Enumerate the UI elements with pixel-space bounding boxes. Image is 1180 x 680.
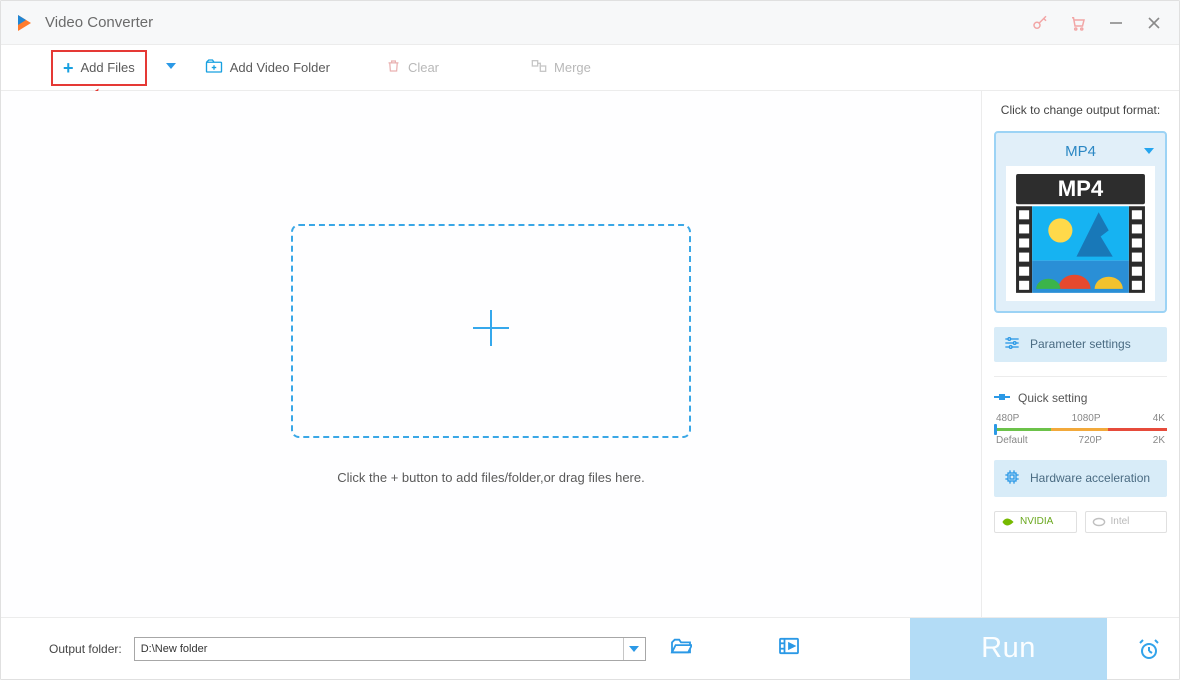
- shopping-cart-icon[interactable]: [1059, 1, 1097, 45]
- schedule-button[interactable]: [1119, 618, 1179, 680]
- sliders-icon: [1004, 336, 1020, 353]
- chip-icon: [1004, 469, 1020, 488]
- vendor-nvidia[interactable]: NVIDIA: [994, 511, 1077, 533]
- quick-setting-label-row: Quick setting: [994, 391, 1167, 405]
- q-bot-2: 2K: [1153, 435, 1165, 446]
- nvidia-icon: [1001, 516, 1015, 528]
- add-files-button[interactable]: + Add Files: [51, 50, 147, 86]
- plus-icon: +: [63, 59, 74, 77]
- caret-down-icon: [1143, 143, 1155, 160]
- dropzone-hint: Click the + button to add files/folder,o…: [337, 470, 644, 485]
- trash-icon: [386, 58, 401, 77]
- app-logo-icon: [15, 13, 35, 33]
- change-format-label: Click to change output format:: [994, 103, 1167, 117]
- quick-setting-label: Quick setting: [1018, 391, 1087, 405]
- add-video-folder-button[interactable]: Add Video Folder: [195, 51, 340, 84]
- intel-icon: [1092, 516, 1106, 528]
- output-folder-dropdown-icon[interactable]: [623, 638, 645, 660]
- output-format-selector[interactable]: MP4 MP4: [994, 131, 1167, 313]
- open-folder-button[interactable]: [658, 631, 704, 666]
- run-label: Run: [981, 632, 1036, 665]
- output-folder-input[interactable]: [135, 643, 623, 655]
- side-panel: Click to change output format: MP4 MP4: [981, 91, 1179, 617]
- merge-icon: [531, 59, 547, 76]
- titlebar: Video Converter: [1, 1, 1179, 45]
- add-video-folder-label: Add Video Folder: [230, 60, 330, 75]
- quality-slider[interactable]: 480P 1080P 4K Default 720P 2K: [994, 413, 1167, 446]
- hardware-accel-label: Hardware acceleration: [1030, 471, 1150, 485]
- license-key-icon[interactable]: [1021, 1, 1059, 45]
- vendor-intel[interactable]: Intel: [1085, 511, 1168, 533]
- minimize-button[interactable]: [1097, 1, 1135, 45]
- hardware-acceleration-button[interactable]: Hardware acceleration: [994, 460, 1167, 497]
- media-info-button[interactable]: [766, 631, 812, 666]
- app-title: Video Converter: [45, 14, 153, 31]
- svg-text:MP4: MP4: [1058, 176, 1104, 201]
- clear-button[interactable]: Clear: [376, 51, 449, 84]
- toolbar: + Add Files Add Video Folder Clear Merge: [1, 45, 1179, 91]
- clear-label: Clear: [408, 60, 439, 75]
- q-top-1: 1080P: [1072, 413, 1101, 424]
- parameter-settings-label: Parameter settings: [1030, 337, 1131, 351]
- output-folder-label: Output folder:: [49, 642, 122, 656]
- output-folder-field[interactable]: [134, 637, 646, 661]
- q-bot-0: Default: [996, 435, 1028, 446]
- quick-setting-icon: [994, 391, 1010, 405]
- format-name: MP4: [1065, 143, 1096, 160]
- q-top-2: 4K: [1153, 413, 1165, 424]
- merge-button[interactable]: Merge: [521, 52, 601, 83]
- merge-label: Merge: [554, 60, 591, 75]
- format-thumbnail: MP4: [1006, 166, 1155, 301]
- big-plus-icon: [467, 304, 515, 357]
- nvidia-label: NVIDIA: [1020, 516, 1053, 527]
- parameter-settings-button[interactable]: Parameter settings: [994, 327, 1167, 362]
- add-files-dropdown-icon[interactable]: [165, 59, 177, 77]
- q-bot-1: 720P: [1079, 435, 1102, 446]
- dropzone[interactable]: [291, 224, 691, 438]
- close-button[interactable]: [1135, 1, 1173, 45]
- main-drop-area: Click the + button to add files/folder,o…: [1, 91, 981, 617]
- run-button[interactable]: Run: [910, 618, 1107, 680]
- q-top-0: 480P: [996, 413, 1019, 424]
- intel-label: Intel: [1111, 516, 1130, 527]
- bottom-bar: Output folder: Run: [1, 617, 1179, 679]
- add-files-label: Add Files: [81, 60, 135, 75]
- folder-plus-icon: [205, 58, 223, 77]
